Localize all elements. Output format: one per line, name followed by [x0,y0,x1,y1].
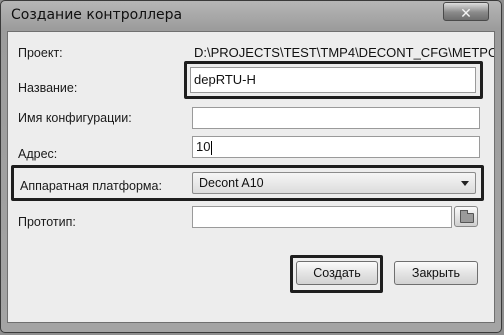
text-caret [211,141,212,155]
address-input[interactable]: 10 [192,136,480,158]
project-path: D:\PROJECTS\TEST\TMP4\DECONT_CFG\METPO [194,45,494,60]
close-button[interactable]: Закрыть [394,261,478,285]
dialog-title: Создание контроллера [11,7,183,23]
title-bar: Создание контроллера ✕ [1,1,501,31]
platform-select[interactable]: Decont A10 [192,172,476,194]
config-name-input[interactable] [192,107,480,129]
dialog-window: Создание контроллера ✕ Проект: D:\PROJEC… [0,0,502,333]
address-value: 10 [196,139,211,154]
project-label: Проект: [18,46,63,60]
close-window-button[interactable]: ✕ [443,2,489,22]
address-label: Адрес: [18,147,58,161]
create-button[interactable]: Создать [296,261,378,285]
config-name-label: Имя конфигурации: [18,111,132,125]
browse-button[interactable] [454,206,478,227]
name-highlight [184,61,483,99]
close-icon: ✕ [460,6,472,22]
platform-label: Аппаратная платформа: [20,179,162,193]
prototype-input[interactable] [192,206,452,228]
dialog-body: Проект: D:\PROJECTS\TEST\TMP4\DECONT_CFG… [7,31,495,323]
folder-icon [460,210,474,223]
name-label: Название: [18,81,78,95]
prototype-label: Прототип: [18,215,76,229]
platform-selected-value: Decont A10 [199,176,264,190]
chevron-down-icon [461,181,469,186]
